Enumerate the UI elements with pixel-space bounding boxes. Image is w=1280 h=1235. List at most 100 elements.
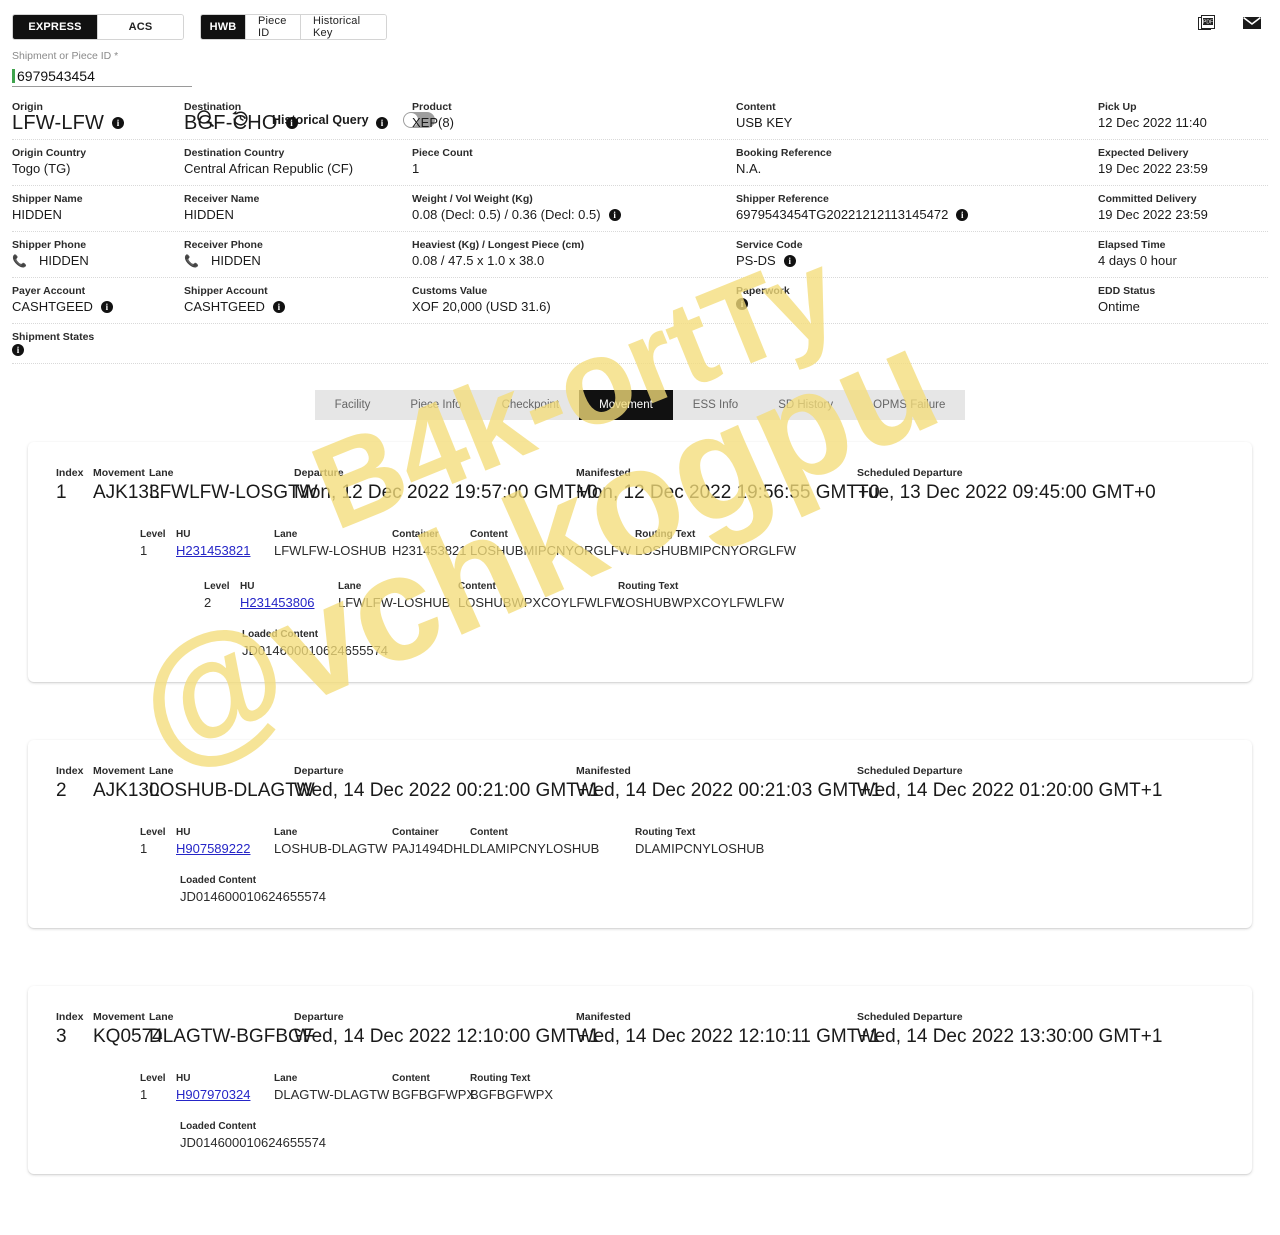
- destination-info-icon[interactable]: i: [285, 117, 298, 129]
- tab-express[interactable]: EXPRESS: [13, 15, 98, 39]
- detail-customs-value: Customs Value XOF 20,000 (USD 31.6): [412, 278, 736, 323]
- section-tabs-bar: Facility Piece Info Checkpoint Movement …: [0, 390, 1280, 420]
- detail-value: CASHTGEED i: [12, 298, 184, 316]
- routing-text-cell: Routing Text BGFBGFWPX: [470, 1072, 1252, 1104]
- detail-product: Product XEP(8): [412, 94, 736, 139]
- cell-value: LOSHUB-DLAGTW: [149, 780, 315, 801]
- detail-text: PS-DS: [736, 253, 776, 268]
- column-header: Lane: [149, 765, 174, 777]
- detail-paperwork: Paperwork i: [736, 278, 1098, 323]
- hu-link[interactable]: H907970324: [176, 1087, 250, 1102]
- shipment-states-info-icon[interactable]: i: [12, 344, 24, 356]
- detail-value: XEP(8): [412, 115, 454, 130]
- level-cell: Level 1: [140, 1072, 176, 1104]
- cell-value: JD014600010624655574: [180, 889, 327, 904]
- hu-link[interactable]: H907589222: [176, 841, 250, 856]
- detail-row: Origin Country Togo (TG) Destination Cou…: [12, 140, 1268, 186]
- cell-value: 3: [56, 1026, 67, 1047]
- cell-value: Wed, 14 Dec 2022 12:10:11 GMT+1: [576, 1026, 881, 1047]
- weight-info-icon[interactable]: i: [608, 209, 621, 221]
- cell-value: AJK130: [93, 780, 160, 801]
- detail-label: EDD Status: [1098, 285, 1156, 297]
- tab-ess-info[interactable]: ESS Info: [672, 390, 759, 420]
- hu-link[interactable]: H231453806: [240, 595, 314, 610]
- column-header: Index: [56, 1011, 84, 1023]
- shipment-id-label: Shipment or Piece ID *: [12, 50, 119, 62]
- cell-value: Mon, 12 Dec 2022 19:57:00 GMT+0: [294, 482, 598, 503]
- detail-label: Piece Count: [412, 147, 473, 159]
- column-header: Index: [56, 467, 84, 479]
- detail-value: 📞 HIDDEN: [12, 252, 184, 270]
- cell-value: BGFBGFWPX: [470, 1087, 554, 1102]
- movement-header-row: Index 3 Movement KQ0574 Lane DLAGTW-BGFB…: [28, 1010, 1252, 1050]
- column-header: Lane: [149, 1011, 174, 1023]
- tab-hwb[interactable]: HWB: [201, 15, 246, 39]
- shipper-reference-info-icon[interactable]: i: [956, 209, 969, 221]
- mail-icon[interactable]: [1242, 15, 1262, 36]
- tab-movement[interactable]: Movement: [579, 390, 673, 420]
- movement-code: Movement AJK130: [93, 764, 160, 804]
- detail-origin: Origin LFW-LFW i: [12, 94, 184, 139]
- detail-spacer: [412, 324, 736, 363]
- column-header: Lane: [274, 827, 298, 838]
- detail-label: Shipper Account: [184, 285, 268, 297]
- column-header: Loaded Content: [180, 1121, 257, 1132]
- origin-info-icon[interactable]: i: [112, 117, 125, 129]
- id-type-tab-group: HWB Piece ID Historical Key: [200, 14, 387, 40]
- app-page: EXPRESS ACS HWB Piece ID Historical Key …: [0, 0, 1280, 1235]
- cell-value: Wed, 14 Dec 2022 12:10:00 GMT+1: [294, 1026, 600, 1047]
- detail-label: Elapsed Time: [1098, 239, 1166, 251]
- tab-facility[interactable]: Facility: [314, 390, 391, 420]
- loaded-content-block: Loaded Content JD014600010624655574: [28, 612, 1252, 660]
- detail-row: Shipper Phone 📞 HIDDEN Receiver Phone 📞 …: [12, 232, 1268, 278]
- detail-booking-reference: Booking Reference N.A.: [736, 140, 1098, 185]
- payer-account-info-icon[interactable]: i: [100, 301, 113, 313]
- detail-row: Origin LFW-LFW i Destination BGF-CHO i P…: [12, 94, 1268, 140]
- movement-lane: Lane DLAGTW-BGFBGF: [149, 1010, 315, 1050]
- detail-label: Service Code: [736, 239, 803, 251]
- top-right-icons: PDF: [1198, 14, 1262, 37]
- detail-label: Product: [412, 101, 452, 113]
- cell-value: 1: [140, 1087, 148, 1102]
- column-header: HU: [176, 1073, 191, 1084]
- tab-sd-history[interactable]: SD History: [758, 390, 854, 420]
- detail-value: 0.08 (Decl: 0.5) / 0.36 (Decl: 0.5) i: [412, 206, 736, 224]
- detail-shipper-reference: Shipper Reference 6979543454TG2022121211…: [736, 186, 1098, 231]
- cell-value: LOSHUB-DLAGTW: [274, 841, 388, 856]
- detail-label: Paperwork: [736, 285, 790, 297]
- cell-value: 1: [140, 841, 148, 856]
- search-input[interactable]: 6979543454: [17, 68, 95, 84]
- hu-link[interactable]: H231453821: [176, 543, 250, 558]
- tab-piece-info[interactable]: Piece Info: [390, 390, 482, 420]
- shipper-account-info-icon[interactable]: i: [272, 301, 285, 313]
- movement-departure: Departure Mon, 12 Dec 2022 19:57:00 GMT+…: [294, 466, 598, 506]
- tab-opms-failure[interactable]: OPMS Failure: [853, 390, 966, 420]
- routing-text-cell: Routing Text LOSHUBWPXCOYLFWLFW: [618, 580, 1252, 612]
- column-header: Scheduled Departure: [857, 765, 963, 777]
- movement-cards: Index 1 Movement AJK133 Lane LFWLFW-LOSG…: [0, 420, 1280, 1174]
- detail-value: XOF 20,000 (USD 31.6): [412, 299, 551, 314]
- level-cell: Level 2: [204, 580, 240, 612]
- cell-value: DLAGTW-BGFBGF: [149, 1026, 315, 1047]
- detail-value: i: [12, 344, 184, 356]
- movement-departure: Departure Wed, 14 Dec 2022 00:21:00 GMT+…: [294, 764, 599, 804]
- mode-tab-group: EXPRESS ACS: [12, 14, 184, 40]
- column-header: Loaded Content: [242, 629, 319, 640]
- detail-value: CASHTGEED i: [184, 298, 412, 316]
- tab-checkpoint[interactable]: Checkpoint: [481, 390, 580, 420]
- tab-acs[interactable]: ACS: [98, 15, 183, 39]
- paperwork-info-icon[interactable]: i: [736, 298, 748, 310]
- detail-value: Togo (TG): [12, 161, 71, 176]
- cell-value: LOSHUBWPXCOYLFWLFW: [618, 595, 785, 610]
- tab-historical-key[interactable]: Historical Key: [301, 15, 386, 39]
- lane-cell: Lane DLAGTW-DLAGTW: [274, 1072, 392, 1104]
- shipment-id-input-wrap[interactable]: 6979543454: [12, 65, 192, 87]
- service-code-info-icon[interactable]: i: [783, 255, 796, 267]
- cell-value: BGFBGFWPX: [392, 1087, 476, 1102]
- column-header: Index: [56, 765, 84, 777]
- cell-value: LFWLFW-LOSGTW: [149, 482, 318, 503]
- detail-label: Weight / Vol Weight (Kg): [412, 193, 533, 205]
- tab-piece-id[interactable]: Piece ID: [246, 15, 301, 39]
- cell-value: JD014600010624655574: [180, 1135, 327, 1150]
- pdf-icon[interactable]: PDF: [1198, 14, 1216, 37]
